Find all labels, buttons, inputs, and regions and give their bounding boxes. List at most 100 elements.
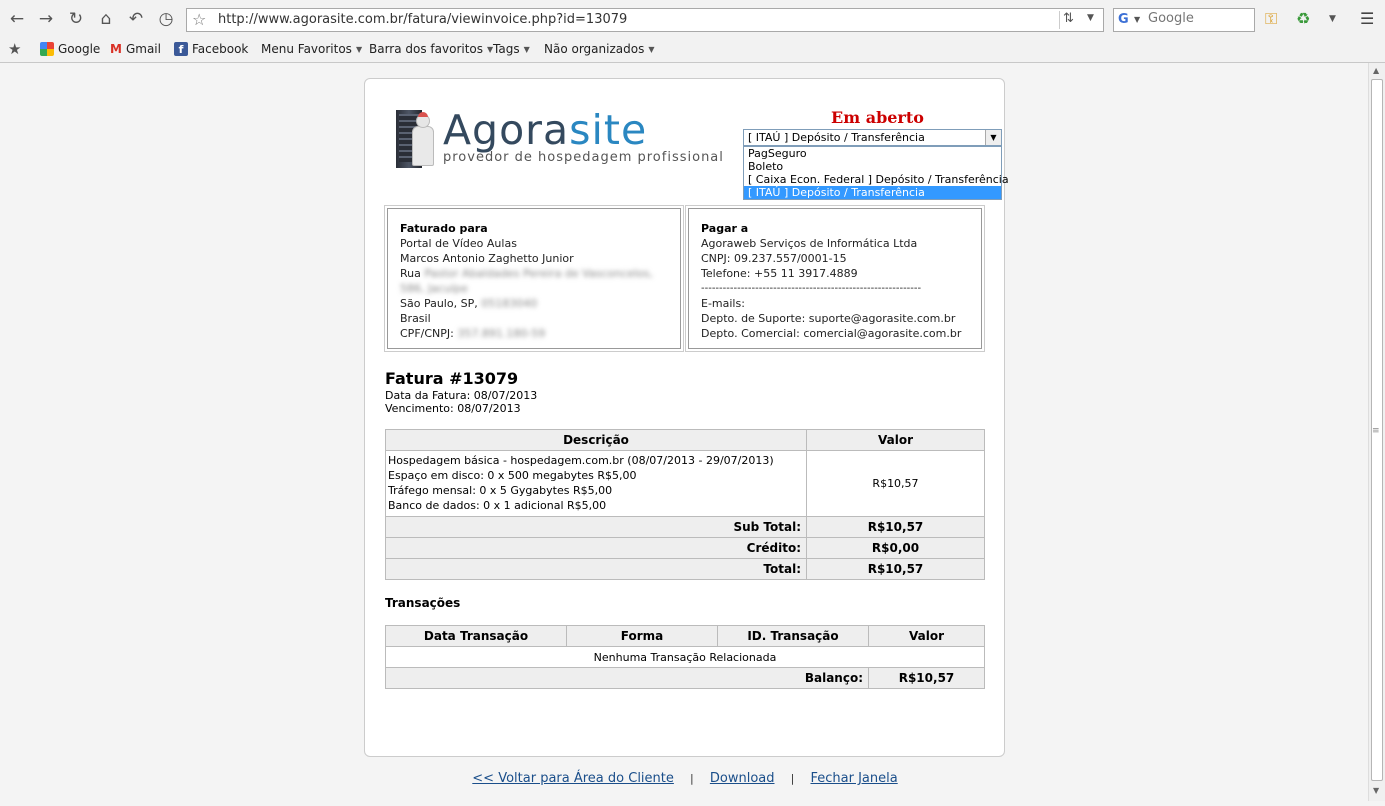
transactions-table: Data Transação Forma ID. Transação Valor… <box>385 625 985 689</box>
bookmarks-star-icon[interactable]: ★ <box>8 40 21 58</box>
street-blurred: Pastor Abaldades Pereira de Vasconcelos,… <box>400 267 653 295</box>
invoice-due-date: Vencimento: 08/07/2013 <box>385 402 521 415</box>
invoice-dates: Data da Fatura: 08/07/2013 Vencimento: 0… <box>385 389 537 415</box>
billed-to-city: São Paulo, SP, 05183040 <box>400 296 668 311</box>
url-text[interactable]: http://www.agorasite.com.br/fatura/viewi… <box>218 12 627 27</box>
address-bar[interactable]: ☆ http://www.agorasite.com.br/fatura/vie… <box>186 8 1104 32</box>
pay-to-commercial-email: Depto. Comercial: comercial@agorasite.co… <box>701 327 962 340</box>
transactions-title: Transações <box>385 596 461 610</box>
item-line: Banco de dados: 0 x 1 adicional R$5,00 <box>388 499 607 512</box>
billed-to-doc: CPF/CNPJ: 357.891.180-59 <box>400 326 668 341</box>
bookmark-label: Gmail <box>125 42 161 56</box>
gmail-icon: M <box>110 42 122 56</box>
table-row: Nenhuma Transação Relacionada <box>385 646 985 668</box>
pay-to-emails-label: E-mails: <box>701 297 745 310</box>
google-search-icon[interactable]: G <box>1118 12 1129 27</box>
bookmark-label: Facebook <box>192 42 249 56</box>
bookmark-star-icon[interactable]: ☆ <box>192 10 206 29</box>
toolbar-dropdown-icon[interactable]: ▼ <box>1329 14 1336 24</box>
bookmark-label: Barra dos favoritos <box>369 42 484 56</box>
bookmark-menu-favoritos[interactable]: Menu Favoritos ▼ <box>261 42 362 56</box>
payment-method-select[interactable]: [ ITAÚ ] Depósito / Transferência ▼ <box>743 129 1002 146</box>
key-icon[interactable]: ⚿ <box>1265 9 1277 29</box>
balance-label: Balanço: <box>385 667 869 689</box>
billed-to-name: Marcos Antonio Zaghetto Junior <box>400 252 574 265</box>
google-icon <box>40 42 54 56</box>
pay-to-company: Agoraweb Serviços de Informática Ltda <box>701 237 918 250</box>
close-window-link[interactable]: Fechar Janela <box>811 771 898 786</box>
footer-separator: | <box>690 772 694 785</box>
col-transaction-value: Valor <box>868 625 985 647</box>
pay-to-box: Pagar a Agoraweb Serviços de Informática… <box>688 208 982 349</box>
bookmark-facebook[interactable]: f Facebook <box>174 42 248 56</box>
total-value: R$10,57 <box>806 558 985 580</box>
col-transaction-method: Forma <box>566 625 718 647</box>
bookmark-label: Não organizados <box>544 42 645 56</box>
search-engine-dropdown-icon[interactable]: ▼ <box>1134 15 1140 24</box>
browser-toolbar: ← → ↻ ⌂ ↶ ◷ ☆ http://www.agorasite.com.b… <box>0 0 1385 38</box>
payment-option[interactable]: Boleto <box>744 160 1001 173</box>
pay-to-support-email: Depto. de Suporte: suporte@agorasite.com… <box>701 312 956 325</box>
billed-to-company: Portal de Vídeo Aulas <box>400 237 517 250</box>
download-link[interactable]: Download <box>710 771 775 786</box>
footer-separator: | <box>790 772 795 785</box>
balance-row: Balanço: R$10,57 <box>385 667 985 689</box>
payment-method-options[interactable]: PagSeguro Boleto [ Caixa Econ. Federal ]… <box>743 146 1009 200</box>
payment-option[interactable]: [ Caixa Econ. Federal ] Depósito / Trans… <box>744 173 1009 186</box>
user-sync-icon[interactable]: ♻ <box>1296 9 1310 28</box>
invoice-title: Fatura #13079 <box>385 369 519 388</box>
payment-option-selected[interactable]: [ ITAÚ ] Depósito / Transferência <box>744 186 1001 199</box>
chevron-down-icon[interactable]: ▼ <box>985 130 1001 145</box>
credit-value: R$0,00 <box>806 537 985 559</box>
payment-option[interactable]: PagSeguro <box>744 147 1001 160</box>
home-icon[interactable]: ⌂ <box>95 8 117 30</box>
subtotal-value: R$10,57 <box>806 516 985 538</box>
forward-arrow-icon[interactable]: → <box>35 8 57 30</box>
url-dropdown-icon[interactable]: ▼ <box>1087 13 1094 23</box>
url-divider <box>1059 11 1060 29</box>
logo-name-part2: site <box>569 106 648 154</box>
undo-icon[interactable]: ↶ <box>125 8 147 30</box>
scroll-down-arrow-icon[interactable]: ▼ <box>1373 786 1379 795</box>
doc-label: CPF/CNPJ: <box>400 327 454 340</box>
billed-to-country: Brasil <box>400 312 431 325</box>
total-label: Total: <box>385 558 807 580</box>
scroll-up-arrow-icon[interactable]: ▲ <box>1373 66 1379 75</box>
invoice-date: Data da Fatura: 08/07/2013 <box>385 389 538 402</box>
back-to-client-area-link[interactable]: << Voltar para Área do Cliente <box>472 771 674 786</box>
invoice-status: Em aberto <box>831 108 924 127</box>
items-header-row: Descrição Valor <box>385 429 985 451</box>
col-description: Descrição <box>385 429 807 451</box>
bookmark-nao-organizados[interactable]: Não organizados ▼ <box>544 42 654 56</box>
balance-value: R$10,57 <box>868 667 985 689</box>
search-input[interactable] <box>1148 11 1248 26</box>
city-text: São Paulo, SP, <box>400 297 478 310</box>
billed-to-heading: Faturado para <box>400 222 488 235</box>
chevron-down-icon: ▼ <box>648 44 655 54</box>
bookmark-barra-favoritos[interactable]: Barra dos favoritos ▼ <box>369 42 493 56</box>
vertical-scrollbar[interactable]: ▲ ≡ ▼ <box>1368 63 1385 801</box>
rss-icon[interactable]: ⇅ <box>1063 11 1074 26</box>
reload-icon[interactable]: ↻ <box>65 8 87 30</box>
bookmark-google[interactable]: Google <box>40 42 100 56</box>
items-table: Descrição Valor Hospedagem básica - hosp… <box>385 429 985 580</box>
credit-label: Crédito: <box>385 537 807 559</box>
search-box[interactable]: G ▼ <box>1113 8 1255 32</box>
menu-icon[interactable]: ☰ <box>1360 9 1374 28</box>
chevron-down-icon: ▼ <box>523 44 530 54</box>
zip-blurred: 05183040 <box>481 297 538 310</box>
back-arrow-icon[interactable]: ← <box>6 8 28 30</box>
bookmark-tags[interactable]: Tags ▼ <box>493 42 530 56</box>
pay-to-divider: ----------------------------------------… <box>701 283 922 294</box>
credit-row: Crédito: R$0,00 <box>385 537 985 559</box>
no-transactions-text: Nenhuma Transação Relacionada <box>385 646 985 668</box>
bookmark-gmail[interactable]: M Gmail <box>110 42 161 56</box>
mascot-logo-icon <box>412 112 434 166</box>
facebook-icon: f <box>174 42 188 56</box>
history-clock-icon[interactable]: ◷ <box>155 8 177 30</box>
pay-to-heading: Pagar a <box>701 222 749 235</box>
scrollbar-grip-icon: ≡ <box>1372 426 1380 436</box>
subtotal-label: Sub Total: <box>385 516 807 538</box>
transactions-header-row: Data Transação Forma ID. Transação Valor <box>385 625 985 647</box>
payment-method-selected: [ ITAÚ ] Depósito / Transferência <box>748 131 925 144</box>
